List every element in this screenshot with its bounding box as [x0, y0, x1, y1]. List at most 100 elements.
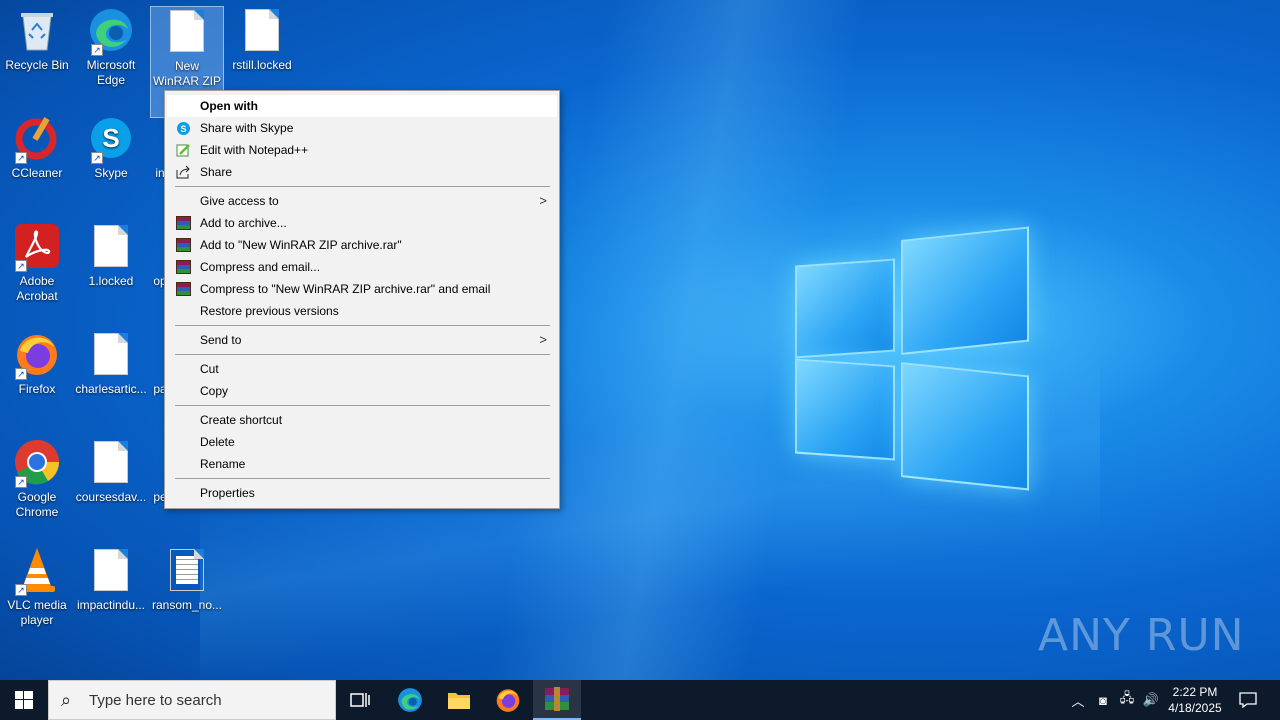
desktop-icon-1-locked[interactable]: 1.locked [74, 222, 148, 289]
menu-item-label: Share [200, 165, 233, 179]
menu-item-cut[interactable]: Cut [167, 358, 557, 380]
desktop-icon-adobe-acrobat[interactable]: ↗ Adobe Acrobat [0, 222, 74, 304]
menu-item-share[interactable]: Share [167, 161, 557, 183]
winrar-icon [176, 282, 191, 296]
menu-separator [175, 325, 550, 326]
menu-separator [175, 478, 550, 479]
menu-separator [175, 354, 550, 355]
menu-item-label: Add to "New WinRAR ZIP archive.rar" [200, 238, 402, 252]
menu-item-label: Restore previous versions [200, 304, 339, 318]
menu-item-restore-previous-versions[interactable]: Restore previous versions [167, 300, 557, 322]
task-view-button[interactable] [336, 680, 384, 720]
menu-item-rename[interactable]: Rename [167, 453, 557, 475]
ccleaner-icon: ↗ [13, 114, 61, 164]
menu-item-give-access-to[interactable]: Give access to > [167, 190, 557, 212]
document-icon [87, 222, 135, 270]
menu-item-label: Delete [200, 435, 235, 449]
start-button[interactable] [0, 680, 48, 720]
menu-item-label: Compress to "New WinRAR ZIP archive.rar"… [200, 282, 491, 296]
chevron-right-icon: > [539, 193, 547, 208]
chevron-right-icon: > [539, 332, 547, 347]
desktop-icon-google-chrome[interactable]: ↗ Google Chrome [0, 438, 74, 520]
taskbar-search-box[interactable]: ⌕ Type here to search [48, 680, 336, 720]
desktop-icon-label: VLC media player [7, 598, 67, 627]
menu-item-edit-notepadpp[interactable]: Edit with Notepad++ [167, 139, 557, 161]
menu-item-open-with[interactable]: Open with [167, 95, 557, 117]
menu-item-label: Copy [200, 384, 229, 398]
tray-volume-button[interactable]: 🔊 [1140, 680, 1162, 720]
task-view-icon [350, 693, 370, 707]
clock-time: 2:22 PM [1172, 685, 1218, 699]
menu-item-compress-to-rar-email[interactable]: Compress to "New WinRAR ZIP archive.rar"… [167, 278, 557, 300]
desktop-icon-ccleaner[interactable]: ↗ CCleaner [0, 114, 74, 181]
desktop-icon-ransom-note[interactable]: ransom_no... [150, 546, 224, 613]
tray-app-icon[interactable]: ◙ [1092, 680, 1114, 720]
desktop-icon-label: Recycle Bin [5, 58, 69, 72]
desktop-icon-coursesdav[interactable]: coursesdav... [74, 438, 148, 505]
taskbar-winrar-button[interactable] [533, 680, 581, 720]
context-menu: Open with S Share with Skype Edit with N… [164, 90, 560, 509]
firefox-icon: ↗ [13, 330, 61, 380]
winrar-icon [176, 238, 191, 252]
chevron-up-icon: ︿ [1071, 693, 1085, 709]
menu-item-add-to-archive[interactable]: Add to archive... [167, 212, 557, 234]
svg-text:S: S [102, 123, 119, 153]
windows-start-icon [15, 691, 33, 709]
menu-item-copy[interactable]: Copy [167, 380, 557, 402]
edge-icon [398, 688, 422, 712]
desktop-icon-microsoft-edge[interactable]: ↗ Microsoft Edge [74, 6, 148, 88]
anyrun-watermark: ANY RUN [1038, 610, 1245, 661]
menu-item-delete[interactable]: Delete [167, 431, 557, 453]
menu-item-properties[interactable]: Properties [167, 482, 557, 504]
document-icon [87, 438, 135, 486]
notifications-button[interactable] [1234, 680, 1262, 720]
document-icon [87, 330, 135, 378]
menu-item-label: Rename [200, 457, 246, 471]
notepadpp-icon [176, 143, 191, 157]
shortcut-arrow-icon: ↗ [15, 368, 27, 380]
desktop-icon-label: Firefox [18, 382, 56, 396]
menu-item-label: Properties [200, 486, 255, 500]
desktop-icon-firefox[interactable]: ↗ Firefox [0, 330, 74, 397]
desktop-icon-label: CCleaner [11, 166, 63, 180]
menu-item-create-shortcut[interactable]: Create shortcut [167, 409, 557, 431]
tray-overflow-button[interactable]: ︿ [1068, 680, 1088, 720]
menu-item-label: Open with [200, 99, 258, 113]
taskbar-edge-button[interactable] [386, 680, 434, 720]
desktop-icon-skype[interactable]: S ↗ Skype [74, 114, 148, 181]
clock-date: 4/18/2025 [1168, 701, 1222, 715]
menu-item-label: Share with Skype [200, 121, 294, 135]
shortcut-arrow-icon: ↗ [91, 44, 103, 56]
desktop-icon-label: Adobe Acrobat [16, 274, 58, 303]
menu-item-label: Create shortcut [200, 413, 283, 427]
windows-wallpaper-logo [795, 226, 1030, 491]
winrar-icon [545, 687, 569, 711]
desktop-icon-charlesartic[interactable]: charlesartic... [74, 330, 148, 397]
skype-icon: S ↗ [87, 114, 135, 164]
menu-item-compress-and-email[interactable]: Compress and email... [167, 256, 557, 278]
document-icon [238, 6, 286, 54]
menu-separator [175, 186, 550, 187]
menu-item-share-with-skype[interactable]: S Share with Skype [167, 117, 557, 139]
taskbar-clock[interactable]: 2:22 PM 4/18/2025 [1160, 684, 1230, 716]
taskbar-file-explorer-button[interactable] [435, 680, 483, 720]
taskbar-firefox-button[interactable] [484, 680, 532, 720]
chrome-icon: ↗ [13, 438, 61, 488]
menu-separator [175, 405, 550, 406]
desktop-icon-rstill-locked[interactable]: rstill.locked [225, 6, 299, 73]
menu-item-send-to[interactable]: Send to > [167, 329, 557, 351]
menu-item-label: Add to archive... [200, 216, 287, 230]
search-icon: ⌕ [61, 690, 72, 710]
menu-item-add-to-rar[interactable]: Add to "New WinRAR ZIP archive.rar" [167, 234, 557, 256]
tray-network-button[interactable]: 🖧 [1116, 680, 1138, 720]
desktop-icon-vlc[interactable]: ↗ VLC media player [0, 546, 74, 628]
desktop-icon-label: Google Chrome [15, 490, 59, 519]
desktop-icon-impactindu[interactable]: impactindu... [74, 546, 148, 613]
desktop-icon-label: coursesdav... [75, 490, 147, 504]
shortcut-arrow-icon: ↗ [15, 584, 27, 596]
document-icon [163, 7, 211, 55]
acrobat-icon: ↗ [13, 222, 61, 272]
taskbar: ⌕ Type here to search ︿ ◙ 🖧 🔊 2:22 PM 4/… [0, 680, 1280, 720]
speaker-icon: 🔊 [1142, 692, 1160, 707]
desktop-icon-recycle-bin[interactable]: Recycle Bin [0, 6, 74, 73]
